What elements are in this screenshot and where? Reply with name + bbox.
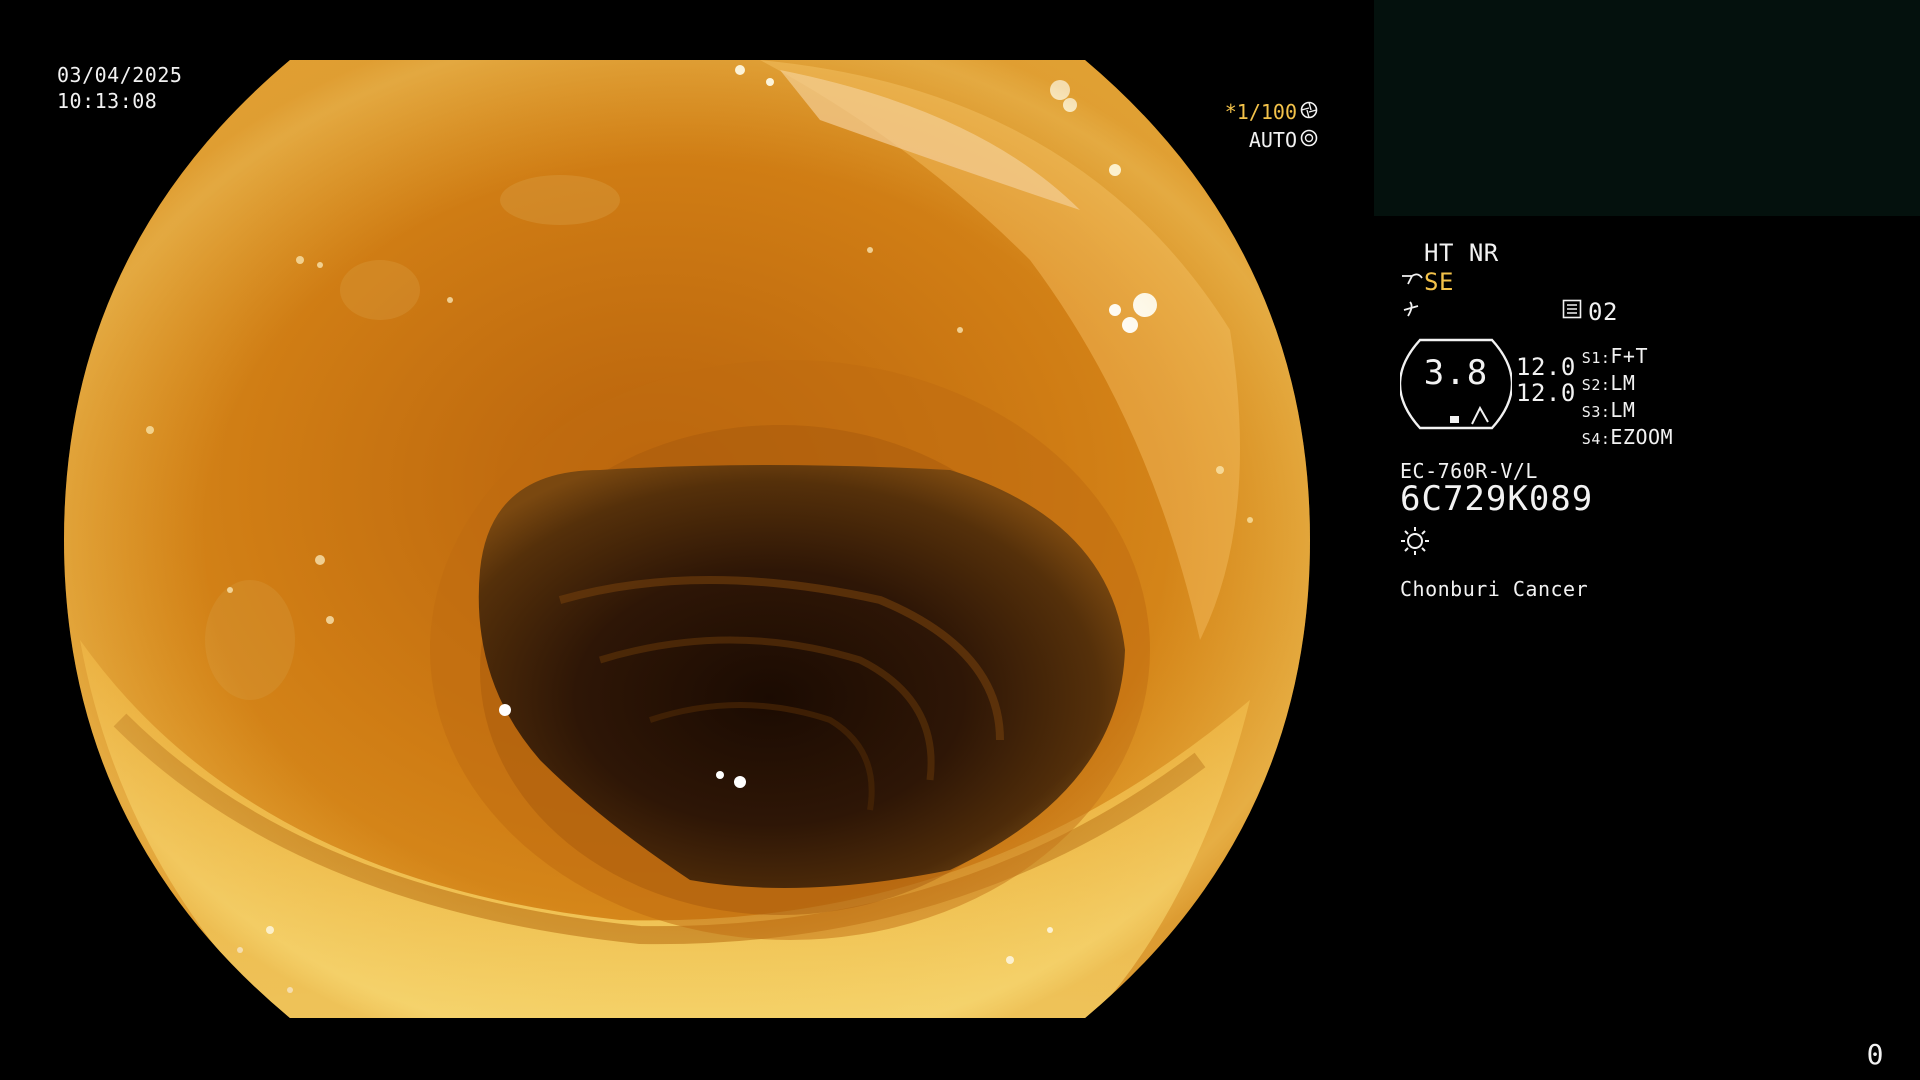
scale-top-text: 12.0 <box>1516 353 1576 381</box>
endoscopy-view <box>0 0 1372 1080</box>
light-icon <box>1400 526 1880 562</box>
mode-line: HT NR <box>1424 240 1880 266</box>
zoom-value-text: 3.8 <box>1423 353 1489 393</box>
memory-icon <box>1562 299 1582 325</box>
iris-icon <box>1300 126 1318 154</box>
color-memory-row: 02 <box>1400 298 1880 326</box>
structure-enhance-icon <box>1400 268 1424 296</box>
switch-item: S4:EZOOM <box>1581 425 1674 449</box>
colon-lumen-image <box>64 60 1310 1018</box>
timestamp: 03/04/2025 10:13:08 <box>57 62 182 114</box>
memory-slot-text: 02 <box>1588 298 1618 326</box>
scale-bottom-text: 12.0 <box>1516 379 1576 407</box>
institution-text: Chonburi Cancer <box>1400 577 1589 601</box>
shutter-speed-text: *1/100 <box>1224 100 1297 124</box>
info-panel: HT NR SE 02 3.8 12.0 12.0 S1:F+T S2:LM S… <box>1400 240 1880 602</box>
zoom-block: 3.8 12.0 12.0 S1:F+T S2:LM S3:LM S4:EZOO… <box>1400 338 1880 452</box>
switch-list: S1:F+T S2:LM S3:LM S4:EZOOM <box>1582 344 1673 452</box>
switch-item: S3:LM <box>1581 398 1636 422</box>
switch-item: S2:LM <box>1581 371 1636 395</box>
exposure-settings: *1/100 AUTO <box>1225 98 1318 154</box>
mode-line-text: HT NR <box>1424 239 1499 267</box>
iris-mode-text: AUTO <box>1248 128 1297 152</box>
time-text: 10:13:08 <box>57 89 158 113</box>
secondary-view <box>1374 0 1920 216</box>
zoom-indicator: 3.8 <box>1400 338 1512 430</box>
shutter-icon <box>1300 98 1318 126</box>
date-text: 03/04/2025 <box>57 63 183 87</box>
structure-mode-text: SE <box>1424 268 1454 296</box>
color-tone-icon <box>1400 298 1424 326</box>
serial-number-text: 6C729K089 <box>1400 479 1594 519</box>
switch-item: S1:F+T <box>1581 344 1649 368</box>
structure-enhancement: SE <box>1400 268 1880 296</box>
frame-counter: 0 <box>1866 1038 1884 1071</box>
scale-values: 12.0 12.0 <box>1516 354 1576 406</box>
